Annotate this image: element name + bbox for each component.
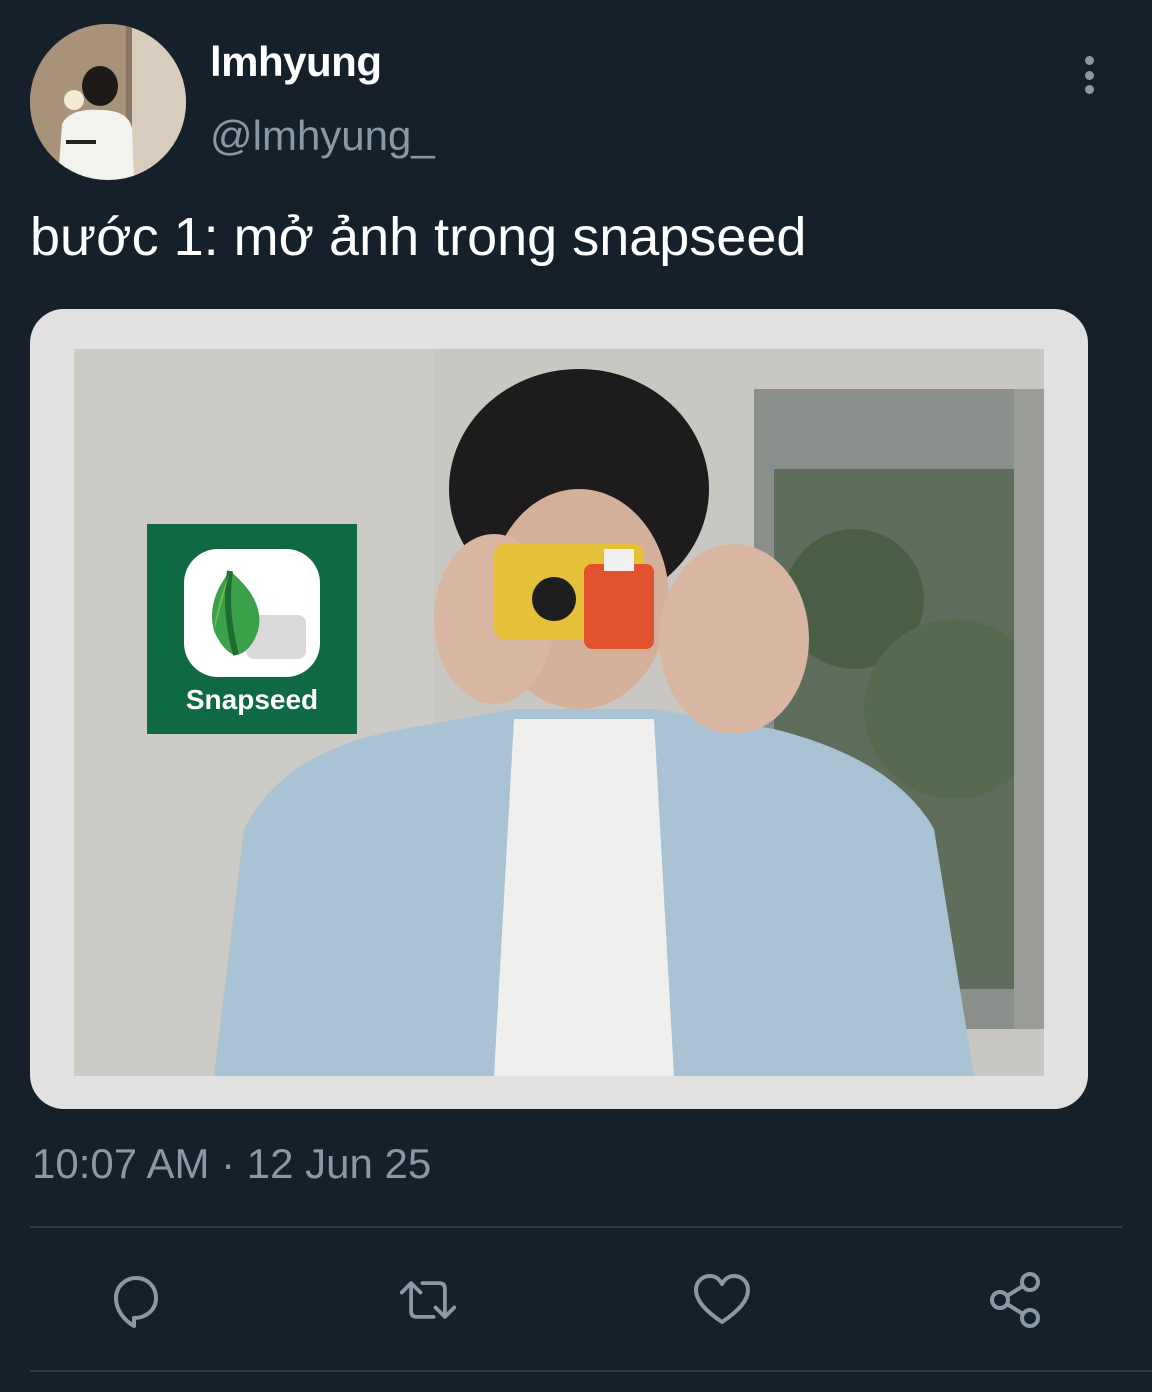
retweet-button[interactable] — [398, 1270, 458, 1330]
dot — [1084, 56, 1094, 65]
tweet-timestamp[interactable]: 10:07 AM · 12 Jun 25 — [32, 1140, 431, 1188]
snapseed-app-icon — [184, 549, 320, 677]
reply-button[interactable] — [104, 1270, 164, 1330]
like-icon — [694, 1274, 750, 1324]
retweet-icon — [399, 1281, 457, 1319]
snapseed-app-badge: Snapseed — [147, 524, 357, 734]
reply-icon — [114, 1276, 158, 1328]
divider — [30, 1370, 1152, 1372]
user-handle[interactable]: @lmhyung_ — [210, 112, 435, 160]
avatar-photo — [30, 24, 186, 180]
avatar[interactable] — [30, 24, 186, 180]
share-icon — [990, 1272, 1040, 1328]
display-name[interactable]: lmhyung — [210, 38, 382, 86]
divider — [30, 1226, 1122, 1228]
more-options-icon[interactable] — [1068, 52, 1110, 98]
like-button[interactable] — [692, 1270, 752, 1330]
dot — [1084, 70, 1094, 80]
tweet-text: bước 1: mở ảnh trong snapseed — [30, 207, 807, 267]
share-button[interactable] — [986, 1270, 1046, 1330]
leaf-icon — [212, 570, 306, 659]
media-photo: Snapseed — [74, 349, 1044, 1076]
tweet-media[interactable]: Snapseed — [30, 309, 1088, 1109]
snapseed-label: Snapseed — [185, 684, 319, 715]
dot — [1084, 85, 1094, 94]
